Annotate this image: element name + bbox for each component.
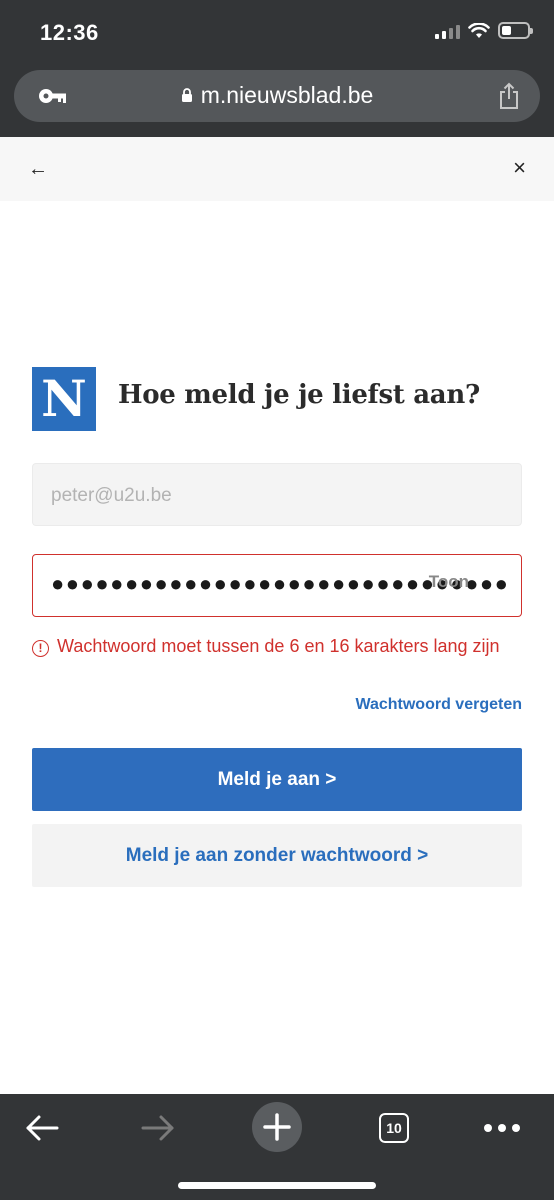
battery-icon — [498, 22, 533, 39]
plus-icon — [252, 1102, 302, 1152]
password-field[interactable]: ●●●●●●●●●●●●●●●●●●●●●●●●●●●●●●●●●● Toon — [32, 554, 522, 617]
back-arrow-icon[interactable]: ← — [28, 159, 48, 179]
status-bar: 12:36 — [0, 0, 554, 62]
forgot-password-link[interactable]: Wachtwoord vergeten — [355, 696, 522, 714]
home-indicator[interactable] — [178, 1182, 376, 1189]
status-time: 12:36 — [40, 20, 99, 45]
tab-count-icon: 10 — [379, 1113, 409, 1143]
show-password-button[interactable]: Toon — [429, 572, 469, 592]
more-icon — [484, 1124, 520, 1132]
email-placeholder: peter@u2u.be — [51, 485, 172, 506]
back-button[interactable] — [12, 1108, 72, 1148]
back-icon — [26, 1115, 59, 1141]
close-icon[interactable]: × — [513, 157, 526, 179]
modal-header: ← × — [0, 137, 554, 201]
new-tab-button[interactable] — [247, 1102, 307, 1152]
cellular-signal-icon — [435, 23, 460, 39]
nieuwsblad-logo: N — [32, 367, 96, 431]
share-icon[interactable] — [498, 82, 520, 110]
wifi-icon — [468, 22, 490, 38]
error-text: Wachtwoord moet tussen de 6 en 16 karakt… — [57, 636, 500, 656]
url-text: m.nieuwsblad.be — [200, 82, 374, 108]
tabs-button[interactable]: 10 — [364, 1108, 424, 1148]
password-error: ! Wachtwoord moet tussen de 6 en 16 karak… — [32, 634, 522, 658]
login-button[interactable]: Meld je aan > — [32, 748, 522, 811]
url-display[interactable]: m.nieuwsblad.be — [14, 82, 540, 109]
more-menu-button[interactable] — [472, 1108, 532, 1148]
passwordless-login-button[interactable]: Meld je aan zonder wachtwoord > — [32, 824, 522, 887]
address-bar[interactable]: m.nieuwsblad.be — [14, 70, 540, 122]
forward-button[interactable] — [128, 1108, 188, 1148]
browser-chrome: 12:36 m.nieuwsblad.be — [0, 0, 554, 137]
lock-icon — [181, 88, 192, 102]
email-field[interactable]: peter@u2u.be — [32, 463, 522, 526]
status-icons — [435, 22, 533, 39]
forward-icon — [141, 1115, 174, 1141]
error-icon: ! — [32, 640, 49, 657]
logo-letter: N — [32, 367, 96, 431]
page-title: Hoe meld je je liefst aan? — [118, 380, 480, 410]
